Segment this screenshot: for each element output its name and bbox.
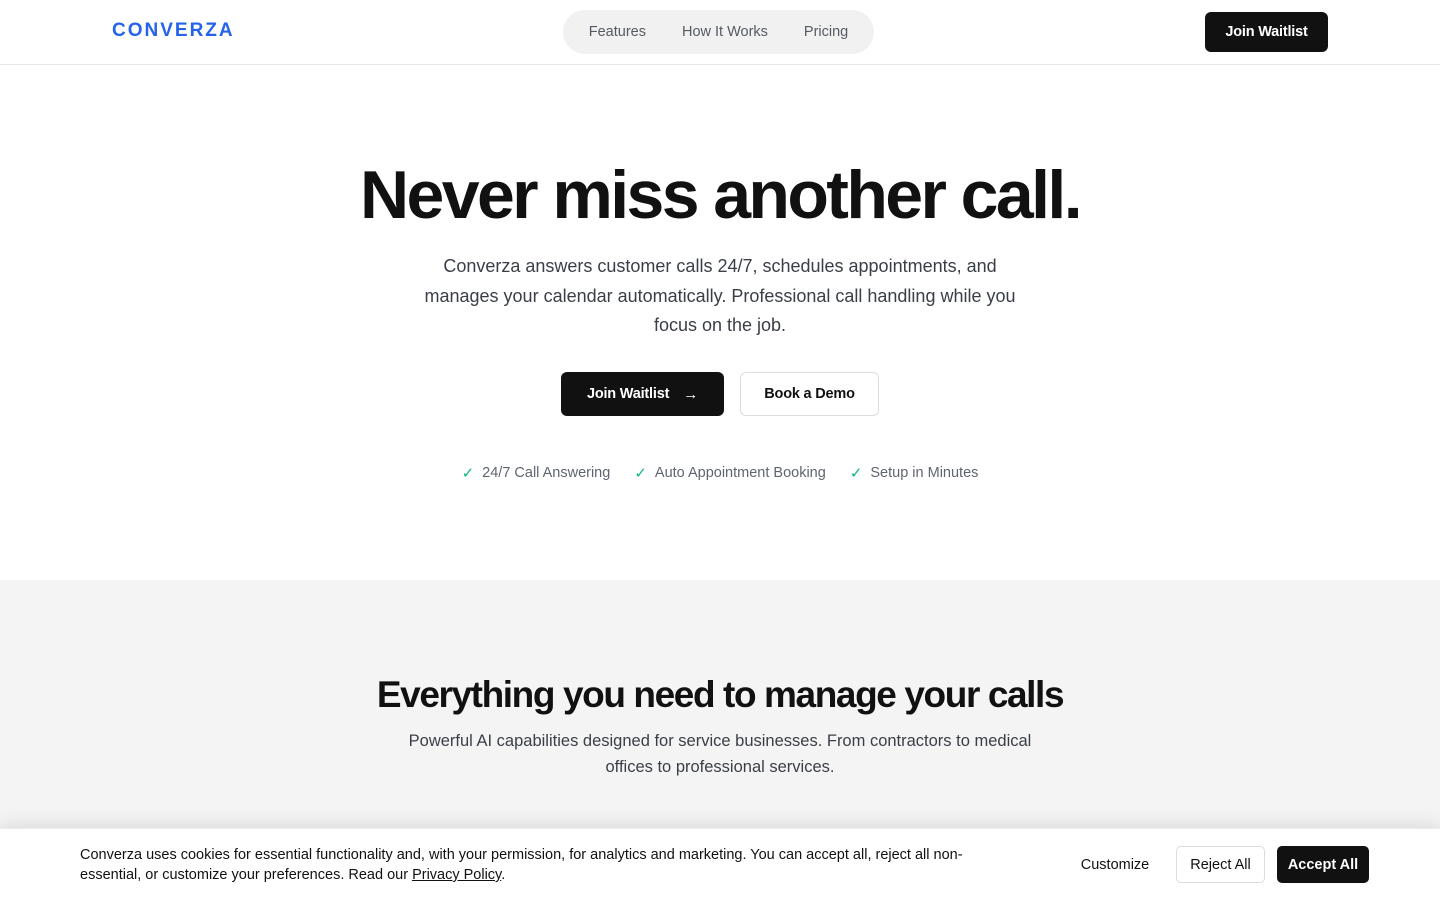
cookie-actions: Customize Reject All Accept All bbox=[1066, 846, 1369, 883]
brand-logo[interactable]: CONVERZA bbox=[112, 20, 235, 42]
check-item-label: Setup in Minutes bbox=[870, 465, 979, 481]
cookie-banner: Converza uses cookies for essential func… bbox=[0, 828, 1440, 900]
features-subtitle: Powerful AI capabilities designed for se… bbox=[408, 732, 1032, 776]
check-item-label: 24/7 Call Answering bbox=[482, 465, 611, 481]
nav-item-pricing[interactable]: Pricing bbox=[804, 24, 848, 40]
hero-join-waitlist-label: Join Waitlist bbox=[586, 386, 670, 402]
arrow-right-icon: → bbox=[683, 385, 699, 403]
hero-actions: Join Waitlist → Book a Demo bbox=[0, 372, 1440, 416]
cookie-message: Converza uses cookies for essential func… bbox=[80, 845, 1020, 885]
hero-title: Never miss another call. bbox=[360, 157, 1083, 233]
hero-subtitle: Converza answers customer calls 24/7, sc… bbox=[424, 256, 1016, 335]
features-title: Everything you need to manage your calls bbox=[376, 674, 1065, 715]
check-item: ✓ 24/7 Call Answering bbox=[462, 464, 611, 482]
cookie-customize-button[interactable]: Customize bbox=[1066, 846, 1164, 883]
cookie-accept-button[interactable]: Accept All bbox=[1277, 846, 1369, 883]
header-join-waitlist-button[interactable]: Join Waitlist bbox=[1205, 12, 1328, 52]
nav-item-features[interactable]: Features bbox=[589, 24, 646, 40]
hero-join-waitlist-button[interactable]: Join Waitlist → bbox=[561, 372, 724, 416]
check-item-label: Auto Appointment Booking bbox=[654, 465, 826, 481]
check-item: ✓ Setup in Minutes bbox=[850, 464, 979, 482]
feature-checklist: ✓ 24/7 Call Answering ✓ Auto Appointment… bbox=[0, 464, 1440, 482]
book-demo-button[interactable]: Book a Demo bbox=[740, 372, 879, 416]
main-nav: Features How It Works Pricing bbox=[563, 10, 874, 54]
cookie-text-end: . bbox=[501, 867, 506, 883]
privacy-policy-link[interactable]: Privacy Policy bbox=[412, 867, 501, 883]
nav-item-how-it-works[interactable]: How It Works bbox=[682, 24, 768, 40]
cookie-text: Converza uses cookies for essential func… bbox=[80, 847, 963, 883]
check-item: ✓ Auto Appointment Booking bbox=[634, 464, 825, 482]
checkmark-icon: ✓ bbox=[849, 465, 863, 482]
site-header: CONVERZA Features How It Works Pricing J… bbox=[0, 0, 1440, 65]
checkmark-icon: ✓ bbox=[461, 465, 475, 482]
cookie-reject-button[interactable]: Reject All bbox=[1176, 846, 1265, 883]
checkmark-icon: ✓ bbox=[634, 465, 647, 482]
